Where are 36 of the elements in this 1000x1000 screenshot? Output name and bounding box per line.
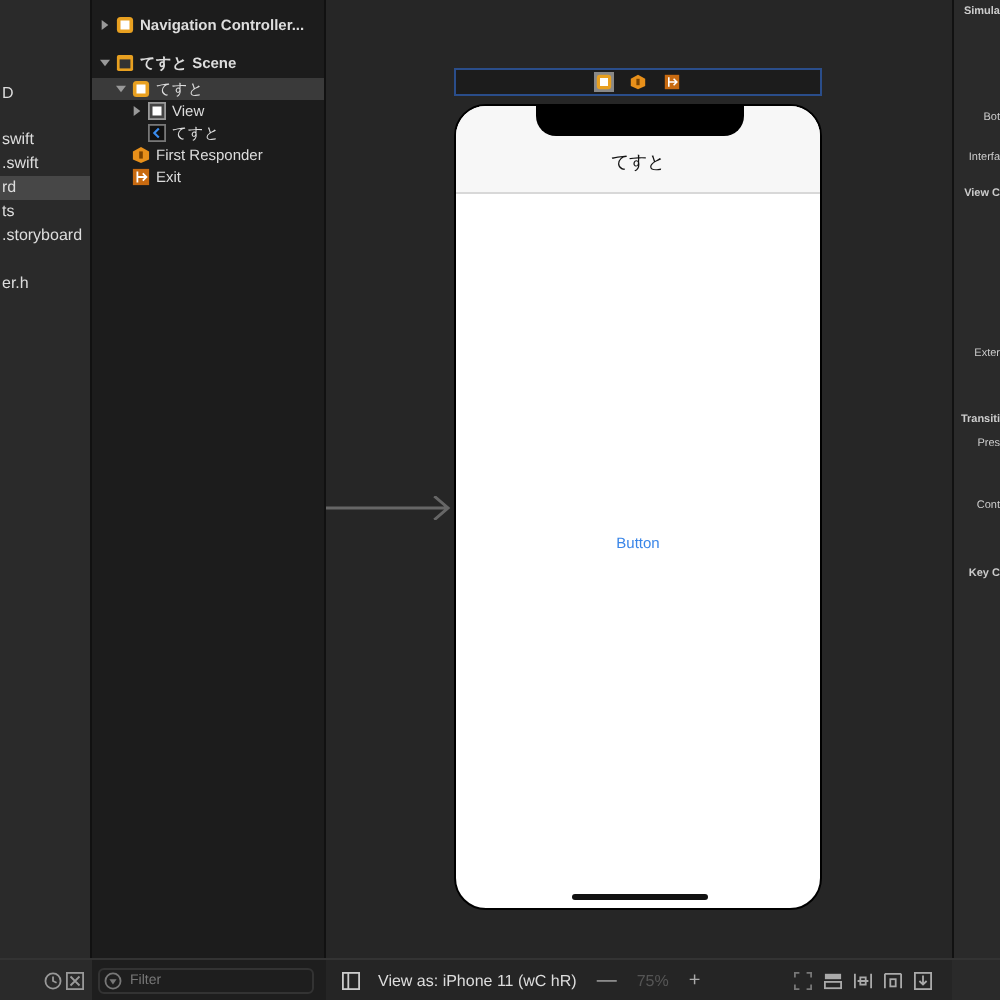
update-frames-icon[interactable] [794, 971, 812, 990]
clock-icon[interactable] [44, 971, 62, 990]
back-chevron-icon [148, 124, 166, 142]
resolve-issues-icon[interactable] [914, 971, 932, 990]
sidebar-toggle-icon[interactable] [342, 971, 360, 990]
navigation-title: てすと [611, 150, 665, 176]
pin-icon[interactable] [884, 971, 902, 990]
view-controller-icon [116, 16, 134, 34]
align-icon[interactable] [854, 971, 872, 990]
exit-icon[interactable] [662, 72, 682, 92]
stack-icon[interactable] [824, 971, 842, 990]
disclosure-triangle-icon[interactable] [132, 106, 142, 116]
home-indicator [572, 894, 708, 900]
scene-icon [116, 54, 134, 72]
cube-icon [132, 146, 150, 164]
disclosure-triangle-icon[interactable] [100, 58, 110, 68]
file-item[interactable]: er.h [0, 272, 90, 296]
file-item[interactable]: ts [0, 200, 90, 224]
view-icon [148, 102, 166, 120]
device-label[interactable]: View as: iPhone 11 (wC hR) [378, 971, 577, 990]
view-controller-icon [132, 80, 150, 98]
cube-icon[interactable] [628, 72, 648, 92]
entry-point-arrow [326, 495, 452, 519]
view-controller-icon[interactable] [594, 72, 614, 92]
exit-icon [132, 168, 150, 186]
disclosure-triangle-icon[interactable] [116, 84, 126, 94]
file-item[interactable]: D [0, 82, 90, 106]
zoom-in-button[interactable]: + [680, 969, 709, 992]
filter-box-icon[interactable] [66, 971, 84, 990]
file-item[interactable]: .storyboard [0, 224, 90, 248]
file-item[interactable]: swift [0, 128, 90, 152]
file-item[interactable]: .swift [0, 152, 90, 176]
filter-icon [104, 971, 122, 990]
zoom-out-button[interactable]: — [588, 969, 625, 992]
file-item[interactable]: rd [0, 176, 90, 200]
disclosure-triangle-icon[interactable] [100, 20, 110, 30]
